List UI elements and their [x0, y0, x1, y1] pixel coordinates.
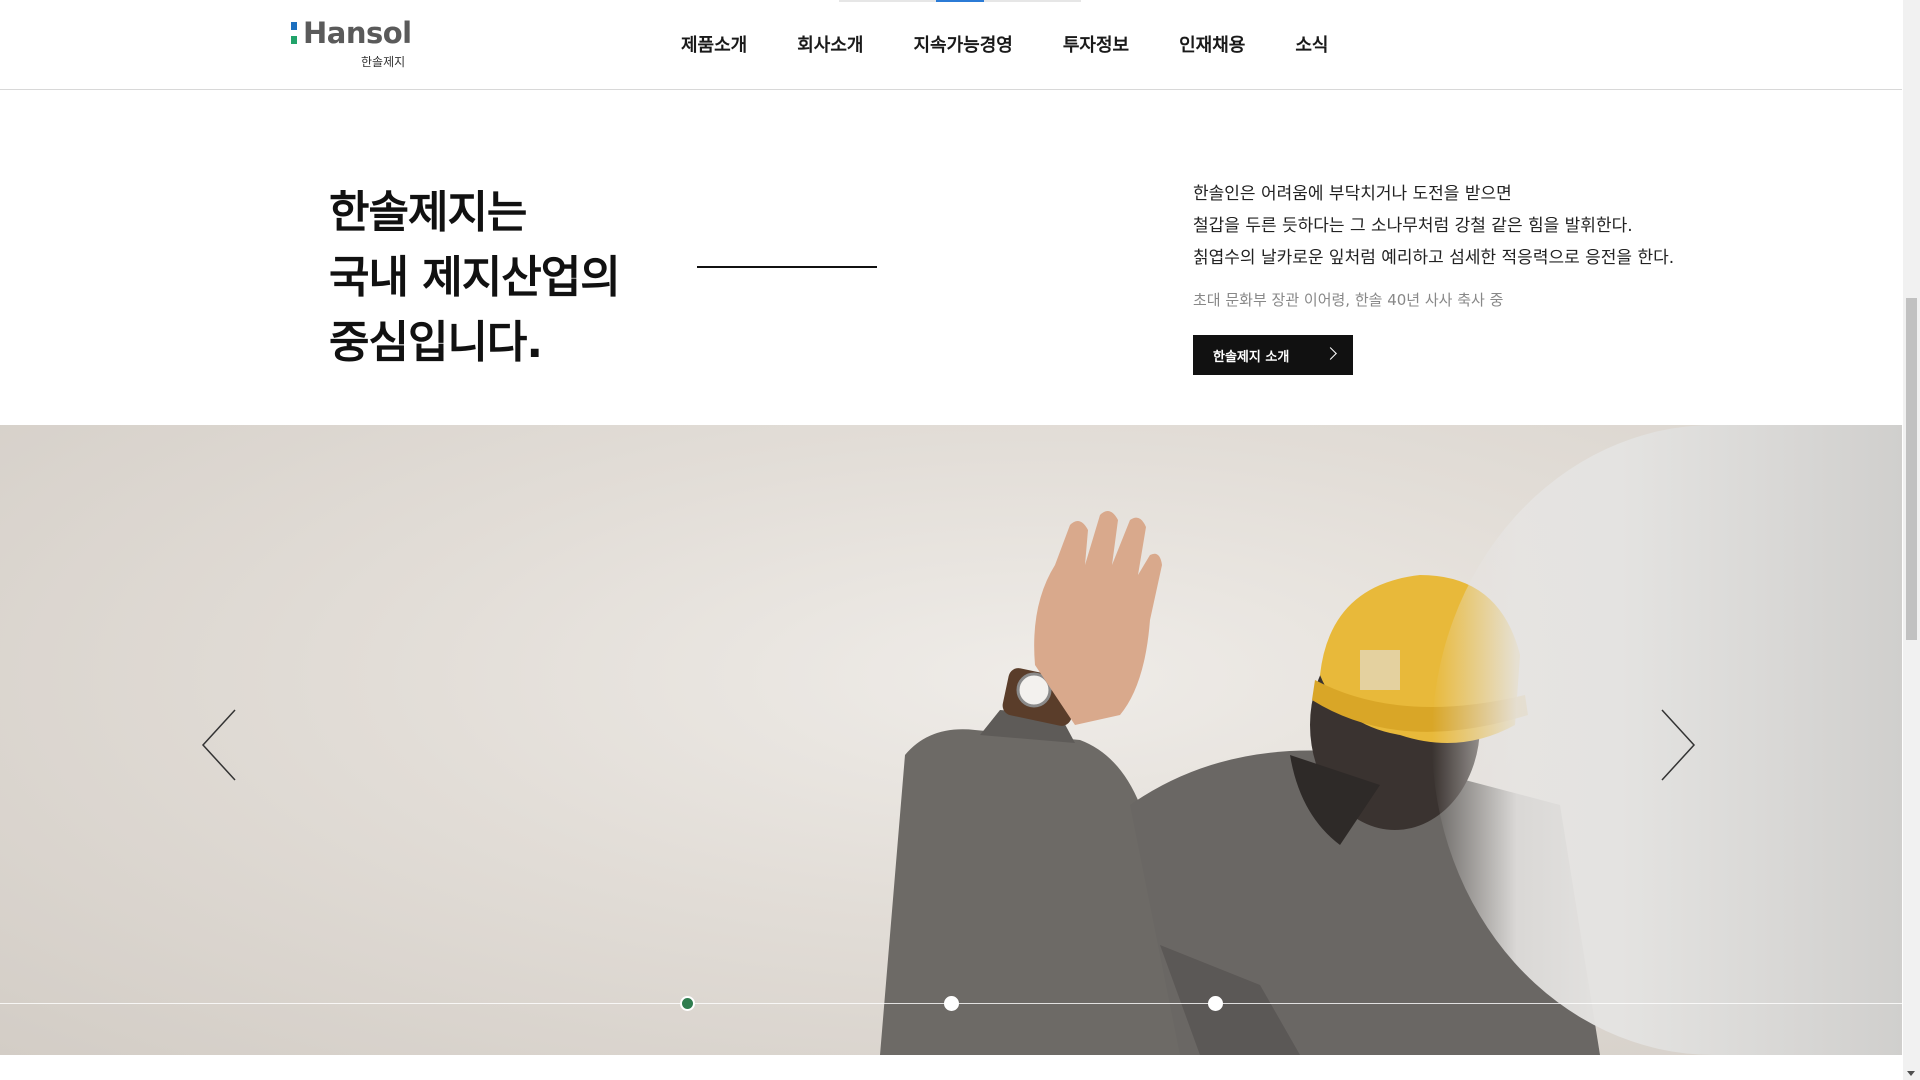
slider-dot[interactable]: [680, 996, 695, 1011]
chevron-left-icon[interactable]: [195, 700, 245, 790]
scroll-down-icon[interactable]: [1907, 1071, 1915, 1076]
scrollbar-thumb[interactable]: [1906, 298, 1917, 640]
logo-mark-icon: [291, 22, 297, 44]
headline-line: 한솔제지는: [329, 187, 527, 238]
top-indicator-active: [936, 0, 984, 2]
nav-item-news[interactable]: 소식: [1295, 31, 1328, 57]
intro-quote: 한솔인은 어려움에 부닥치거나 도전을 받으면 철갑을 두른 듯하다는 그 소나…: [1193, 178, 1674, 274]
headline-line: 국내 제지산업의: [329, 252, 621, 303]
nav-item-investors[interactable]: 투자정보: [1063, 31, 1129, 57]
site-header: Hansol 한솔제지 제품소개 회사소개 지속가능경영 투자정보 인재채용 소…: [0, 0, 1902, 90]
company-intro-button[interactable]: 한솔제지 소개: [1193, 335, 1353, 375]
intro-headline: 한솔제지는 국내 제지산업의 중심입니다.: [329, 180, 621, 375]
nav-item-company[interactable]: 회사소개: [797, 31, 863, 57]
company-intro-button-label: 한솔제지 소개: [1213, 349, 1290, 365]
chevron-right-icon: [1324, 347, 1337, 360]
page-scrollbar[interactable]: [1903, 0, 1920, 1080]
quote-line: 칡엽수의 날카로운 잎처럼 예리하고 섬세한 적응력으로 응전을 한다.: [1193, 248, 1675, 268]
headline-line: 중심입니다.: [329, 317, 543, 368]
logo-name: Hansol: [303, 16, 412, 50]
slider-dot[interactable]: [1208, 996, 1223, 1011]
quote-citation: 초대 문화부 장관 이어령, 한솔 40년 사사 축사 중: [1193, 291, 1504, 309]
top-indicator: [839, 0, 1081, 2]
logo-subtitle: 한솔제지: [361, 55, 406, 69]
hansol-logo[interactable]: Hansol 한솔제지: [291, 16, 421, 72]
hero-slider: [0, 425, 1902, 1055]
quote-line: 철갑을 두른 듯하다는 그 소나무처럼 강철 같은 힘을 발휘한다.: [1193, 216, 1633, 236]
quote-line: 한솔인은 어려움에 부닥치거나 도전을 받으면: [1193, 184, 1512, 204]
nav-item-careers[interactable]: 인재채용: [1179, 31, 1245, 57]
nav-item-products[interactable]: 제품소개: [681, 31, 747, 57]
main-nav: 제품소개 회사소개 지속가능경영 투자정보 인재채용 소식: [681, 31, 1328, 57]
chevron-right-icon[interactable]: [1652, 700, 1702, 790]
slider-dot[interactable]: [944, 996, 959, 1011]
headline-divider: [697, 266, 877, 268]
nav-item-sustainability[interactable]: 지속가능경영: [914, 31, 1013, 57]
